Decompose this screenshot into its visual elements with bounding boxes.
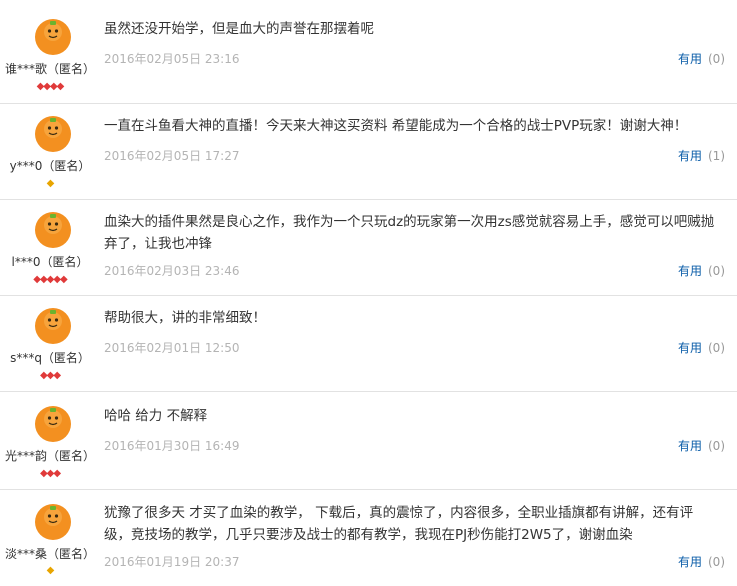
review-content: 哈哈 给力 不解释 [104, 408, 208, 424]
review-list: 谁***歌（匿名） ◆◆◆◆ 虽然还没开始学，但是血大的声誉在那摆着呢 2016… [0, 0, 737, 586]
useful-count: (0) [708, 439, 725, 453]
orange-mascot-icon [35, 308, 71, 344]
review-content: 帮助很大，讲的非常细致！ [104, 310, 266, 326]
review-content: 一直在斗鱼看大神的直播！今天来大神这买资料 希望能成为一个合格的战士PVP玩家！… [104, 118, 688, 134]
useful-label[interactable]: 有用 [678, 341, 702, 355]
orange-mascot-icon [35, 212, 71, 248]
review-content: 虽然还没开始学，但是血大的声誉在那摆着呢 [104, 21, 374, 37]
useful-count: (0) [708, 52, 725, 66]
orange-mascot-icon [35, 116, 71, 152]
useful-button[interactable]: 有用 (1) [678, 147, 725, 164]
user-nickname[interactable]: s***q（匿名） [0, 349, 100, 366]
review-time: 2016年01月30日 16:49 [104, 439, 240, 453]
review-item: 谁***歌（匿名） ◆◆◆◆ 虽然还没开始学，但是血大的声誉在那摆着呢 2016… [0, 0, 737, 104]
review-time: 2016年01月19日 20:37 [104, 555, 240, 569]
avatar[interactable] [34, 211, 72, 249]
user-nickname[interactable]: 光***韵（匿名） [0, 447, 100, 464]
avatar[interactable] [34, 503, 72, 541]
useful-count: (0) [708, 341, 725, 355]
review-time: 2016年02月01日 12:50 [104, 341, 240, 355]
rank-badge: ◆◆◆◆◆ [33, 274, 67, 285]
review-item: y***0（匿名） ◆ 一直在斗鱼看大神的直播！今天来大神这买资料 希望能成为一… [0, 104, 737, 200]
avatar[interactable] [34, 18, 72, 56]
review-time: 2016年02月05日 23:16 [104, 52, 240, 66]
useful-count: (1) [708, 149, 725, 163]
avatar[interactable] [34, 115, 72, 153]
useful-button[interactable]: 有用 (0) [678, 339, 725, 356]
review-item: s***q（匿名） ◆◆◆ 帮助很大，讲的非常细致！ 2016年02月01日 1… [0, 296, 737, 392]
review-item: l***0（匿名） ◆◆◆◆◆ 血染大的插件果然是良心之作，我作为一个只玩dz的… [0, 200, 737, 296]
orange-mascot-icon [35, 504, 71, 540]
review-time: 2016年02月05日 17:27 [104, 149, 240, 163]
user-nickname[interactable]: l***0（匿名） [0, 253, 100, 270]
useful-count: (0) [708, 264, 725, 278]
useful-label[interactable]: 有用 [678, 149, 702, 163]
review-content: 血染大的插件果然是良心之作，我作为一个只玩dz的玩家第一次用zs感觉就容易上手，… [104, 214, 715, 252]
useful-button[interactable]: 有用 (0) [678, 437, 725, 454]
rank-badge: ◆◆◆ [39, 468, 61, 479]
orange-mascot-icon [35, 406, 71, 442]
rank-badge: ◆◆◆◆ [36, 81, 65, 92]
useful-button[interactable]: 有用 (0) [678, 553, 725, 570]
review-item: 光***韵（匿名） ◆◆◆ 哈哈 给力 不解释 2016年01月30日 16:4… [0, 392, 737, 490]
avatar[interactable] [34, 405, 72, 443]
useful-count: (0) [708, 555, 725, 569]
useful-label[interactable]: 有用 [678, 264, 702, 278]
useful-button[interactable]: 有用 (0) [678, 50, 725, 67]
rank-badge: ◆ [46, 565, 55, 576]
user-nickname[interactable]: y***0（匿名） [0, 157, 100, 174]
rank-badge: ◆◆◆ [39, 370, 61, 381]
review-content: 犹豫了很多天 才买了血染的教学， 下载后，真的震惊了，内容很多，全职业插旗都有讲… [104, 505, 694, 543]
user-nickname[interactable]: 淡***桑（匿名） [0, 545, 100, 562]
useful-label[interactable]: 有用 [678, 52, 702, 66]
review-time: 2016年02月03日 23:46 [104, 264, 240, 278]
user-nickname[interactable]: 谁***歌（匿名） [0, 60, 100, 77]
orange-mascot-icon [35, 19, 71, 55]
rank-badge: ◆ [46, 178, 55, 189]
useful-button[interactable]: 有用 (0) [678, 262, 725, 279]
useful-label[interactable]: 有用 [678, 439, 702, 453]
useful-label[interactable]: 有用 [678, 555, 702, 569]
avatar[interactable] [34, 307, 72, 345]
review-item: 淡***桑（匿名） ◆ 犹豫了很多天 才买了血染的教学， 下载后，真的震惊了，内… [0, 490, 737, 586]
